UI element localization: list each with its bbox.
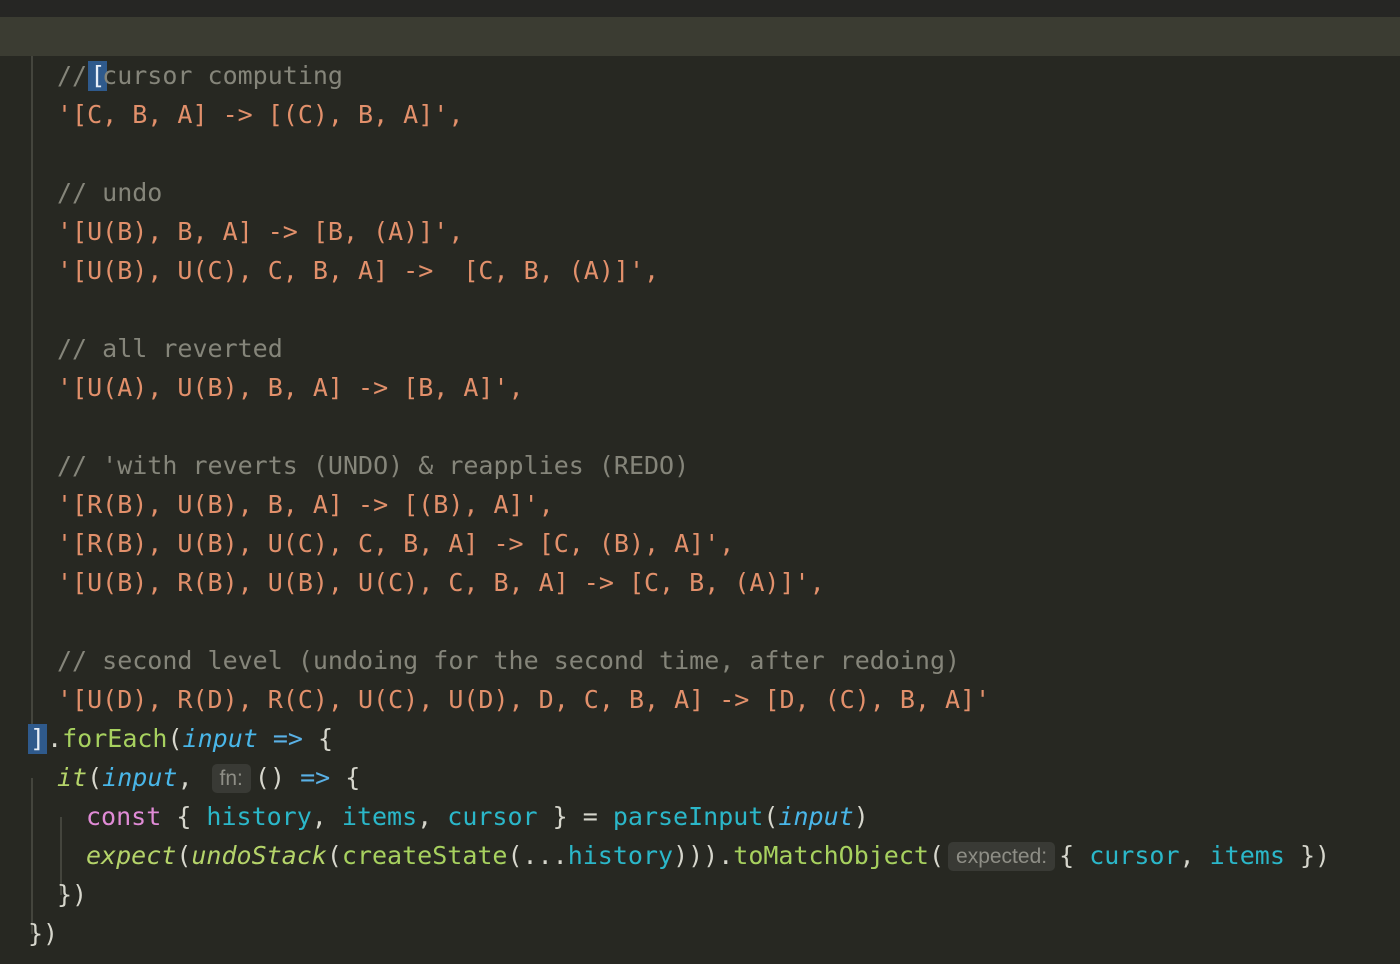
code-line-it: it(input, fn:() => {: [57, 763, 361, 793]
code-line-comment-reapplies: // 'with reverts (UNDO) & reapplies (RED…: [57, 451, 690, 480]
create-state-call: createState: [341, 841, 508, 870]
code-line-comment-reverted: // all reverted: [57, 334, 283, 363]
parse-input-call: parseInput: [612, 802, 764, 831]
foreach-method: forEach: [62, 724, 168, 753]
editor-top-strip: [0, 0, 1400, 17]
const-keyword: const: [86, 802, 162, 831]
code-line-string-7: '[U(B), R(B), U(B), U(C), C, B, A] -> [C…: [57, 568, 825, 597]
code-line-string-1: '[C, B, A] -> [(C), B, A]',: [57, 100, 464, 129]
matched-bracket-close: ]: [28, 724, 48, 754]
code-editor[interactable]: [ // cursor computing '[C, B, A] -> [(C)…: [0, 17, 1400, 964]
code-line-expect: expect(undoStack(createState(...history)…: [86, 841, 1331, 871]
code-line-string-2: '[U(B), B, A] -> [B, (A)]',: [57, 217, 464, 246]
to-match-object-call: toMatchObject: [733, 841, 929, 870]
code-line-comment-second-level: // second level (undoing for the second …: [57, 646, 961, 675]
expect-call: expect: [86, 841, 177, 870]
parameter-hint-fn: fn:: [211, 764, 251, 793]
code-line-const: const { history, items, cursor } = parse…: [86, 802, 869, 831]
code-line-foreach-close: }): [28, 919, 59, 948]
it-call: it: [57, 763, 88, 792]
code-line-foreach: ].forEach(input => {: [28, 724, 334, 754]
code-line-string-4: '[U(A), U(B), B, A] -> [B, A]',: [57, 373, 524, 402]
code-line-string-8: '[U(D), R(D), R(C), U(C), U(D), D, C, B,…: [57, 685, 991, 714]
input-param: input: [182, 724, 258, 753]
active-line-highlight: [0, 17, 1400, 56]
code-line-comment-cursor: // cursor computing: [57, 61, 343, 90]
code-line-1: [: [28, 17, 108, 91]
code-line-string-3: '[U(B), U(C), C, B, A] -> [C, B, (A)]',: [57, 256, 660, 285]
indent-guide-foreach: [31, 778, 33, 934]
code-line-string-5: '[R(B), U(B), B, A] -> [(B), A]',: [57, 490, 554, 519]
undo-stack-call: undoStack: [191, 841, 327, 870]
parameter-hint-expected: expected:: [948, 842, 1056, 871]
indent-guide-array: [31, 56, 33, 739]
code-line-string-6: '[R(B), U(B), U(C), C, B, A] -> [C, (B),…: [57, 529, 735, 558]
code-line-it-close: }): [57, 880, 88, 909]
code-line-comment-undo: // undo: [57, 178, 163, 207]
